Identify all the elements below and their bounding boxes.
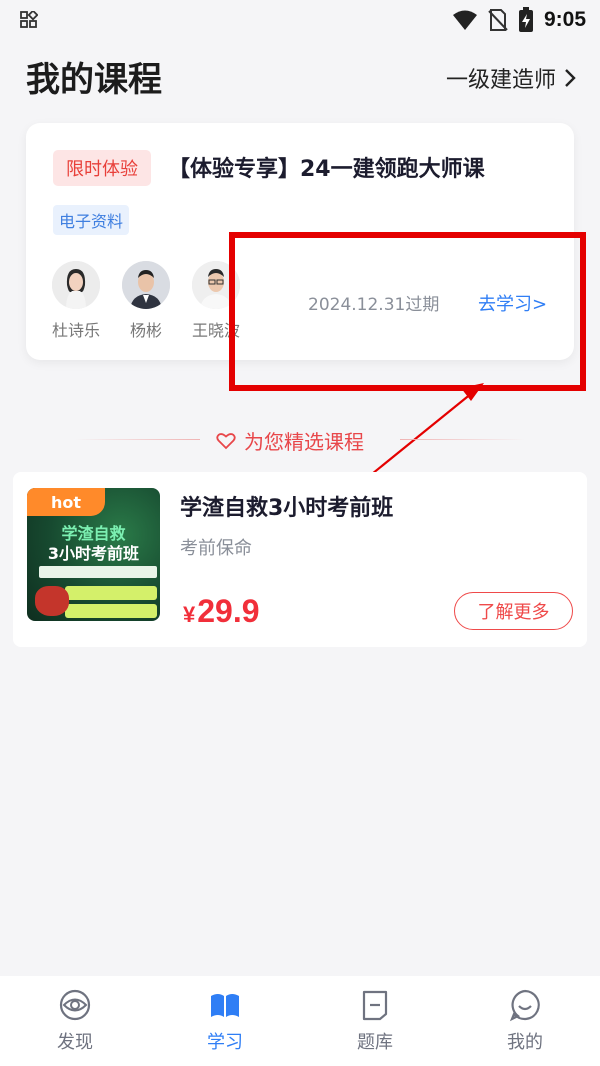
- cover-pill: [65, 604, 157, 618]
- nav-label: 题库: [357, 1032, 393, 1053]
- material-tag: 电子资料: [53, 205, 129, 235]
- cover-pouch-graphic: [35, 586, 69, 616]
- expiry-date: 2024.12.31过期: [308, 295, 440, 315]
- recommended-course-title: 学渣自救3小时考前班: [180, 496, 394, 521]
- recommend-section-header: 为您精选课程: [0, 426, 600, 454]
- recommended-course-subtitle: 考前保命: [180, 538, 252, 559]
- price-currency: ¥: [183, 602, 196, 627]
- nav-label: 发现: [57, 1032, 93, 1053]
- cover-strip: [39, 566, 157, 578]
- status-bar: 9:05: [0, 0, 600, 40]
- heart-icon: [216, 432, 236, 449]
- divider-line: [400, 439, 525, 440]
- go-study-link[interactable]: 去学习>: [478, 290, 547, 316]
- discover-eye-icon: [59, 989, 91, 1021]
- recommended-course-card[interactable]: hot 学渣自救 3小时考前班 学渣自救3小时考前班 考前保命 ¥29.9 了解…: [13, 472, 587, 647]
- section-title-text: 为您精选课程: [244, 430, 364, 454]
- learn-more-button[interactable]: 了解更多: [454, 592, 573, 630]
- nav-item-profile[interactable]: 我的: [450, 976, 600, 1066]
- section-title: 为您精选课程: [216, 426, 364, 455]
- cover-pill: [65, 586, 157, 600]
- hot-badge: hot: [27, 488, 105, 516]
- price-value: 29.9: [197, 593, 260, 629]
- course-card[interactable]: 限时体验 【体验专享】24一建领跑大师课 电子资料 杜诗乐 杨彬 王晓波 202…: [26, 123, 574, 360]
- cover-title-line2: 3小时考前班: [47, 544, 140, 563]
- teacher-avatar: [192, 261, 240, 309]
- nav-label: 学习: [207, 1032, 243, 1053]
- nav-label: 我的: [507, 1032, 543, 1053]
- teacher-name: 杨彬: [129, 321, 162, 340]
- category-selector[interactable]: 一级建造师: [446, 62, 576, 94]
- course-cover-image: hot 学渣自救 3小时考前班: [27, 488, 160, 621]
- cover-title: 学渣自救 3小时考前班: [27, 524, 160, 564]
- profile-smile-icon: [509, 989, 540, 1022]
- price: ¥29.9: [183, 593, 260, 630]
- teacher: 杜诗乐: [46, 261, 106, 341]
- battery-charging-icon: [518, 7, 533, 32]
- teacher-avatar: [52, 261, 100, 309]
- category-label: 一级建造师: [445, 68, 556, 93]
- page-title: 我的课程: [26, 60, 162, 100]
- teacher-name: 杜诗乐: [51, 321, 100, 340]
- cover-title-line1: 学渣自救: [61, 524, 126, 543]
- nav-item-question-bank[interactable]: 题库: [300, 976, 450, 1066]
- teacher-name: 王晓波: [191, 321, 240, 340]
- bottom-nav: 发现 学习 题库 我的: [0, 976, 600, 1066]
- trial-badge: 限时体验: [53, 150, 151, 186]
- course-title: 【体验专享】24一建领跑大师课: [168, 157, 485, 182]
- no-sim-icon: [488, 9, 508, 31]
- nav-item-discover[interactable]: 发现: [0, 976, 150, 1066]
- chevron-right-icon: [565, 69, 576, 87]
- question-bank-icon: [362, 990, 388, 1021]
- divider-line: [75, 439, 200, 440]
- nav-item-study[interactable]: 学习: [150, 976, 300, 1066]
- teacher: 杨彬: [116, 261, 176, 341]
- wifi-icon: [452, 10, 477, 30]
- teacher-avatar: [122, 261, 170, 309]
- app-grid-icon: [20, 11, 38, 28]
- book-icon: [211, 994, 239, 1017]
- status-time: 9:05: [543, 8, 586, 31]
- teacher: 王晓波: [186, 261, 246, 341]
- status-icons: 9:05: [452, 6, 586, 34]
